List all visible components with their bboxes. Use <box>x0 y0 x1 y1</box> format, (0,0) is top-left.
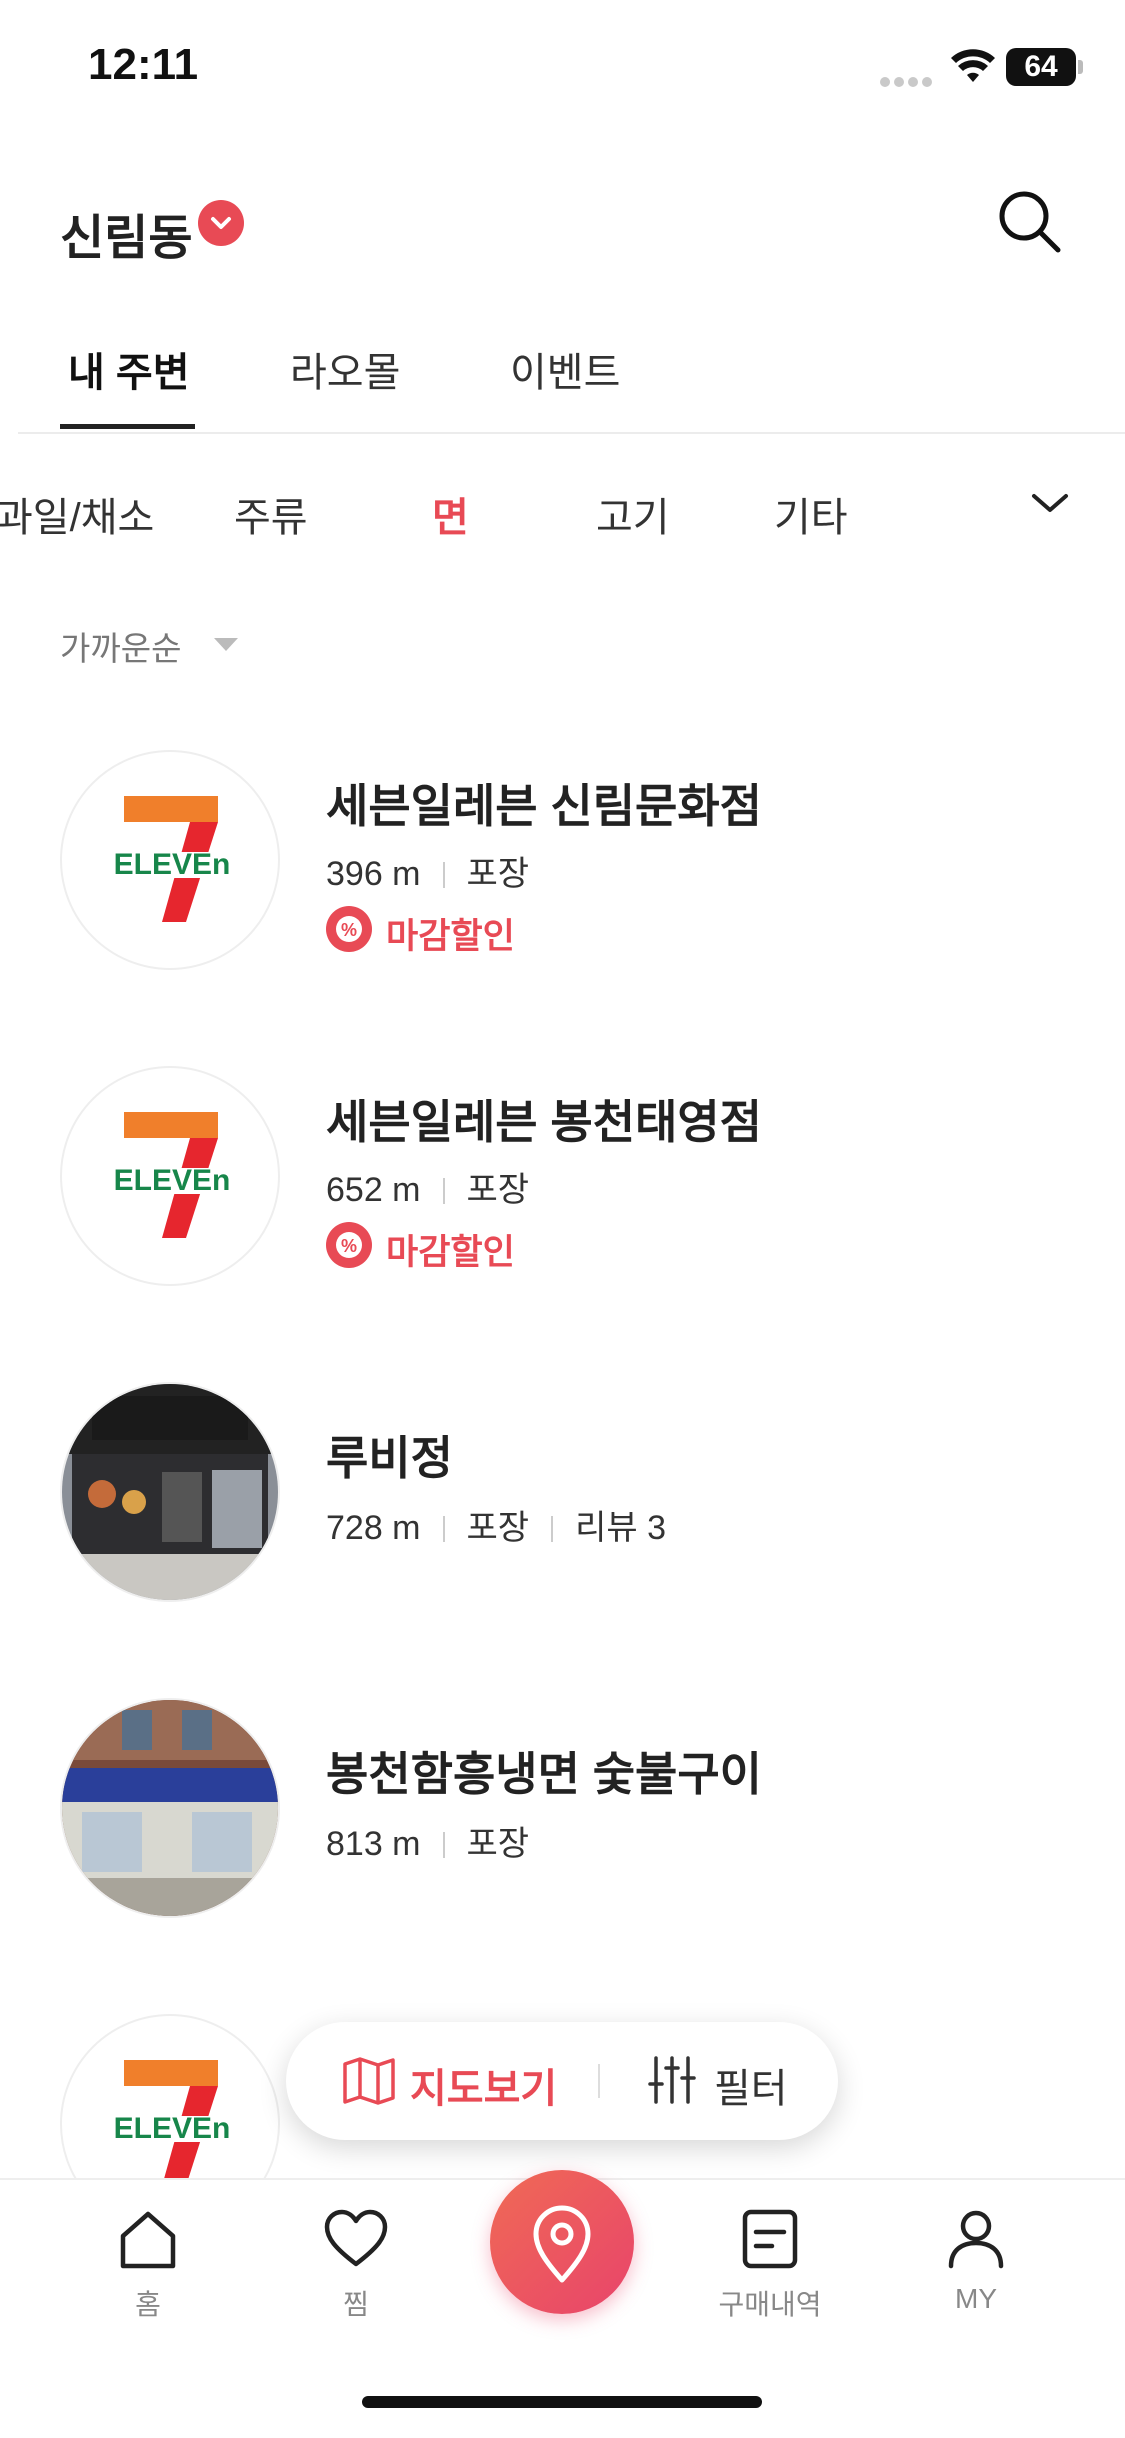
store-type: 포장 <box>466 1171 530 1209</box>
nav-purchases[interactable]: 구매내역 <box>700 2208 840 2323</box>
store-distance: 813 m <box>326 1825 421 1863</box>
svg-text:ELEVEn: ELEVEn <box>114 1164 231 1197</box>
tabs-divider <box>18 432 1125 434</box>
store-name: 봉천함흥냉면 숯불구이 <box>326 1748 762 1800</box>
heart-icon <box>324 2209 388 2267</box>
store-name: 세븐일레븐 신림문화점 <box>326 780 762 832</box>
tab-laomall[interactable]: 라오몰 <box>290 340 400 398</box>
status-time: 12:11 <box>88 40 199 89</box>
store-meta: 396 m 포장 <box>326 846 529 895</box>
cellular-signal-icon <box>880 74 936 87</box>
store-review-count: 리뷰 3 <box>575 1509 666 1547</box>
nav-favorites[interactable]: 찜 <box>286 2208 426 2323</box>
map-filter-pill: 지도보기 필터 <box>286 2022 838 2140</box>
store-meta: 652 m 포장 <box>326 1162 529 1211</box>
home-icon <box>120 2211 176 2269</box>
home-indicator <box>362 2396 762 2408</box>
category-fruit-veg[interactable]: 과일/채소 <box>0 485 154 543</box>
battery-cap <box>1078 60 1083 74</box>
store-meta: 728 m 포장 리뷰 3 <box>326 1500 666 1549</box>
store-meta: 813 m 포장 <box>326 1816 529 1865</box>
store-type: 포장 <box>466 1509 530 1547</box>
store-list-item[interactable]: 봉천함흥냉면 숯불구이 813 m 포장 <box>60 1698 1125 1928</box>
location-pin-icon <box>533 2205 591 2283</box>
category-other[interactable]: 기타 <box>774 485 848 543</box>
nav-home[interactable]: 홈 <box>78 2208 218 2323</box>
location-dropdown-icon[interactable] <box>198 200 244 246</box>
nav-my[interactable]: MY <box>906 2208 1046 2315</box>
tab-nearby[interactable]: 내 주변 <box>68 340 190 398</box>
receipt-icon <box>742 2209 798 2269</box>
store-name: 세븐일레븐 봉천태영점 <box>326 1096 762 1148</box>
active-tab-indicator <box>60 424 195 429</box>
location-title[interactable]: 신림동 <box>60 198 192 268</box>
svg-text:%: % <box>341 1236 357 1256</box>
tab-events[interactable]: 이벤트 <box>510 340 620 398</box>
battery-indicator: 64 <box>1006 48 1076 86</box>
map-view-button[interactable]: 지도보기 <box>410 2056 557 2114</box>
sort-arrow-icon[interactable] <box>214 638 238 651</box>
sort-select[interactable]: 가까운순 <box>60 622 181 670</box>
category-alcohol[interactable]: 주류 <box>234 485 308 543</box>
store-distance: 652 m <box>326 1171 421 1209</box>
store-type: 포장 <box>466 1825 530 1863</box>
pill-divider <box>598 2064 600 2098</box>
nav-location-fab[interactable] <box>490 2170 634 2314</box>
store-list-item[interactable]: 루비정 728 m 포장 리뷰 3 <box>60 1382 1125 1612</box>
store-distance: 728 m <box>326 1509 421 1547</box>
store-name: 루비정 <box>326 1432 453 1484</box>
discount-percent-icon: % <box>326 906 372 952</box>
category-noodles[interactable]: 면 <box>432 485 469 543</box>
svg-text:%: % <box>341 920 357 940</box>
search-icon[interactable] <box>996 188 1062 254</box>
store-type: 포장 <box>466 855 530 893</box>
store-list-item[interactable]: ELEVEn 세븐일레븐 봉천태영점 652 m 포장 % 마감할인 <box>60 1066 1125 1296</box>
svg-text:ELEVEn: ELEVEn <box>114 848 231 881</box>
wifi-icon <box>951 49 995 82</box>
chevron-down-icon[interactable] <box>1030 488 1070 518</box>
user-icon <box>948 2210 1004 2269</box>
storefront-photo <box>60 1698 280 1918</box>
category-meat[interactable]: 고기 <box>596 485 670 543</box>
store-distance: 396 m <box>326 855 421 893</box>
seven-eleven-logo: ELEVEn <box>60 1066 280 1286</box>
storefront-photo <box>60 1382 280 1602</box>
map-icon[interactable] <box>342 2056 396 2106</box>
filter-sliders-icon[interactable] <box>648 2054 696 2106</box>
svg-text:ELEVEn: ELEVEn <box>114 2112 231 2145</box>
store-list-item[interactable]: ELEVEn 세븐일레븐 신림문화점 396 m 포장 % 마감할인 <box>60 750 1125 980</box>
discount-percent-icon: % <box>326 1222 372 1268</box>
filter-button[interactable]: 필터 <box>714 2056 788 2114</box>
seven-eleven-logo: ELEVEn <box>60 750 280 970</box>
